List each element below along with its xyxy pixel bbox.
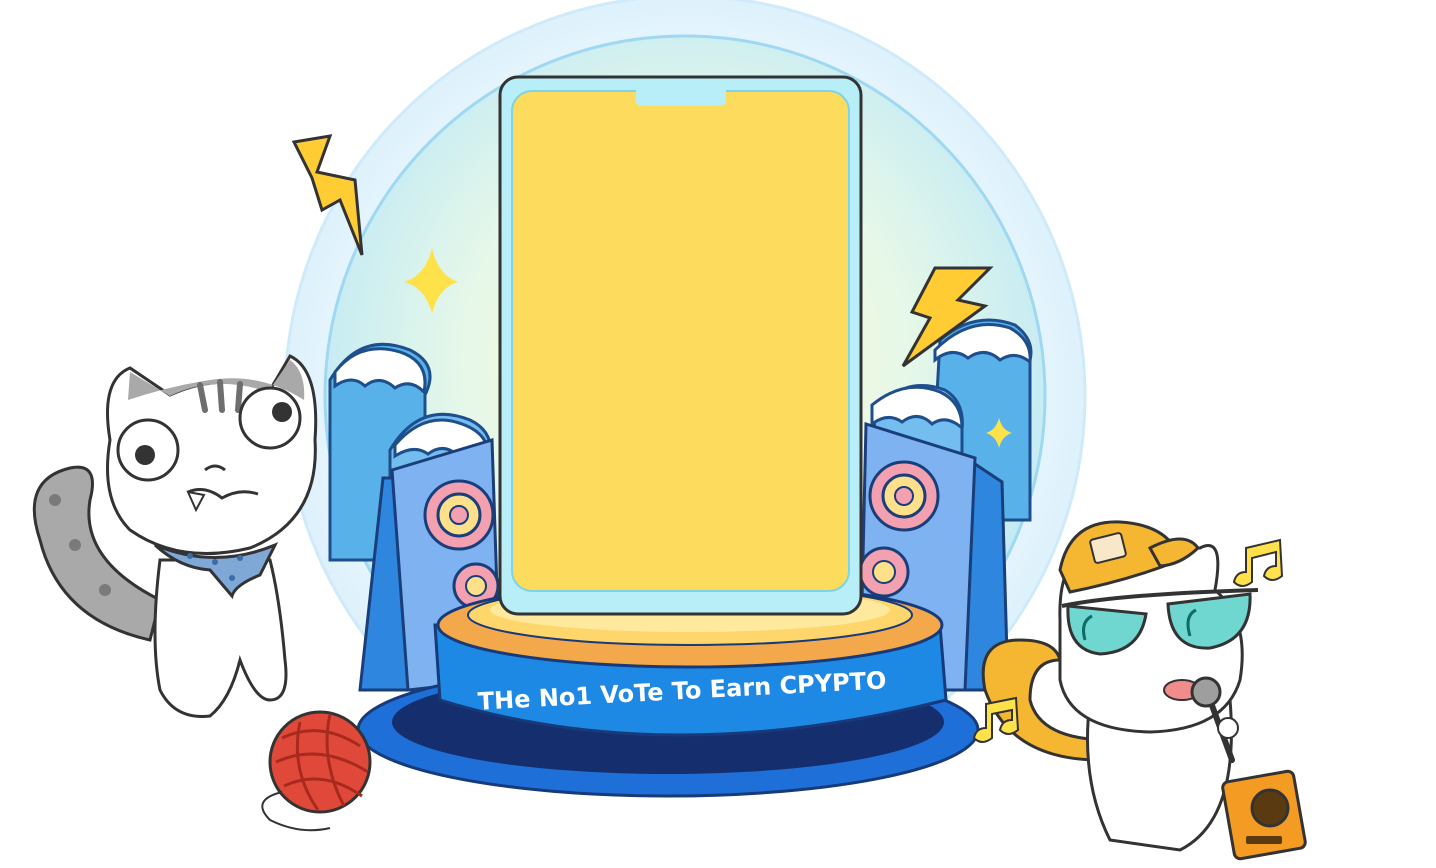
gray-cat-icon <box>32 354 318 718</box>
yarn-ball-icon <box>261 710 372 832</box>
music-note-icon <box>972 696 1020 743</box>
hero-illustration: THe No1 VoTe To Earn CPYPTO <box>0 0 1436 868</box>
phone-mockup <box>498 75 863 616</box>
illustration-canvas: THe No1 VoTe To Earn CPYPTO <box>32 0 1307 861</box>
music-note-icon <box>1232 538 1284 587</box>
